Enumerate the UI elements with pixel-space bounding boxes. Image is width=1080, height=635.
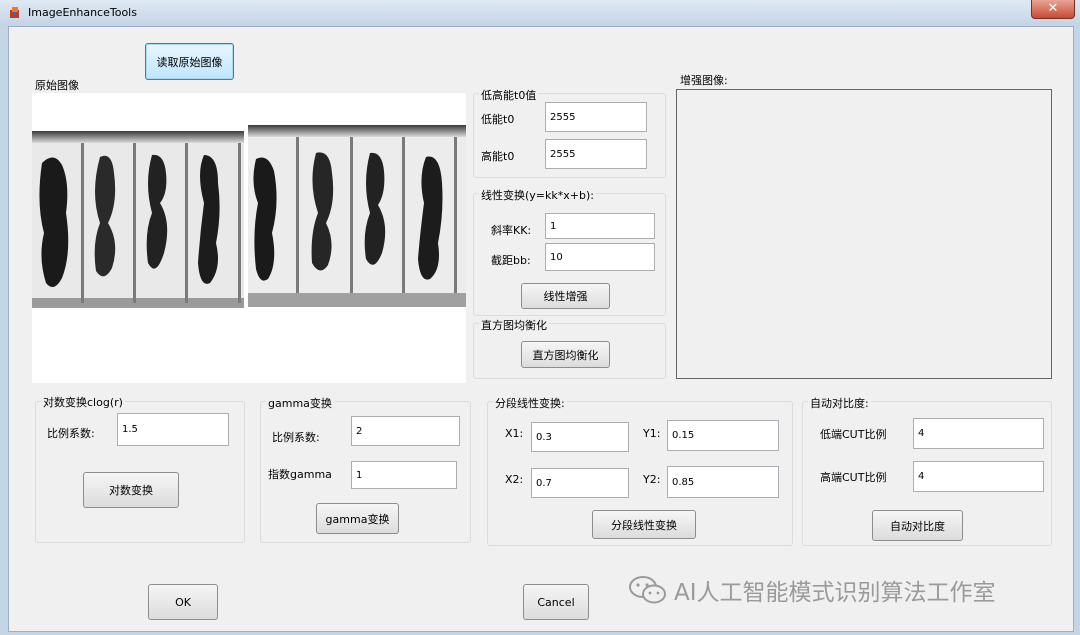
piecewise-transform-button[interactable]: 分段线性变换 xyxy=(592,510,696,539)
histogram-equalize-button[interactable]: 直方图均衡化 xyxy=(521,341,610,368)
slope-label: 斜率KK: xyxy=(491,224,532,237)
app-window: ImageEnhanceTools ✕ 读取原始图像 原始图像 低高能t0值 低… xyxy=(0,0,1080,635)
intercept-input[interactable] xyxy=(545,243,655,271)
gamma-transform-button[interactable]: gamma变换 xyxy=(316,503,399,534)
low-t0-input[interactable] xyxy=(545,102,647,132)
original-image-label: 原始图像 xyxy=(35,79,79,92)
gamma-exponent-label: 指数gamma xyxy=(268,468,332,481)
enhanced-image-box xyxy=(676,89,1052,379)
wechat-icon xyxy=(629,576,666,604)
y1-label: Y1: xyxy=(643,427,661,440)
x2-label: X2: xyxy=(505,473,524,486)
y2-input[interactable] xyxy=(667,466,779,498)
ok-button[interactable]: OK xyxy=(148,584,218,620)
low-cut-label: 低端CUT比例 xyxy=(820,428,887,441)
log-group-title: 对数变换clog(r) xyxy=(41,394,125,410)
log-ratio-label: 比例系数: xyxy=(47,427,95,440)
log-transform-button[interactable]: 对数变换 xyxy=(83,472,179,508)
gamma-exponent-input[interactable] xyxy=(351,461,457,489)
contrast-group-title: 自动对比度: xyxy=(808,395,871,411)
enhanced-image-label: 增强图像: xyxy=(680,74,728,87)
slope-input[interactable] xyxy=(545,213,655,239)
y2-label: Y2: xyxy=(643,473,661,486)
log-ratio-input[interactable] xyxy=(117,413,229,446)
x2-input[interactable] xyxy=(531,468,629,498)
original-image xyxy=(32,93,466,383)
window-title: ImageEnhanceTools xyxy=(28,6,137,19)
gamma-group-title: gamma变换 xyxy=(266,395,334,411)
xray-image xyxy=(32,93,466,383)
gamma-ratio-input[interactable] xyxy=(351,416,460,446)
client-area: 读取原始图像 原始图像 低高能t0值 低能t0 2555 高能t0 2555 线… xyxy=(8,26,1074,632)
watermark: AI人工智能模式识别算法工作室 xyxy=(628,573,996,607)
linear-enhance-button[interactable]: 线性增强 xyxy=(521,283,610,309)
app-icon xyxy=(10,7,19,18)
y1-input[interactable] xyxy=(667,420,779,451)
close-button[interactable]: ✕ xyxy=(1031,0,1075,19)
high-t0-input[interactable] xyxy=(545,139,647,169)
title-bar: ImageEnhanceTools ✕ xyxy=(0,0,1080,26)
close-icon: ✕ xyxy=(1047,1,1059,16)
cancel-button[interactable]: Cancel xyxy=(523,584,589,620)
high-cut-label: 高端CUT比例 xyxy=(820,471,887,484)
high-t0-label: 高能t0 xyxy=(481,150,515,163)
piecewise-group-title: 分段线性变换: xyxy=(493,395,567,411)
x1-input[interactable] xyxy=(531,422,629,452)
linear-group-title: 线性变换(y=kk*x+b): xyxy=(479,187,596,203)
hist-group-title: 直方图均衡化 xyxy=(479,317,549,333)
intercept-label: 截距bb: xyxy=(491,254,531,267)
gamma-ratio-label: 比例系数: xyxy=(272,431,320,444)
low-t0-label: 低能t0 xyxy=(481,113,515,126)
t0-group-title: 低高能t0值 xyxy=(479,87,539,103)
watermark-text: AI人工智能模式识别算法工作室 xyxy=(674,580,996,606)
x1-label: X1: xyxy=(505,427,524,440)
low-cut-input[interactable] xyxy=(913,418,1044,449)
auto-contrast-button[interactable]: 自动对比度 xyxy=(872,510,963,541)
read-original-image-button[interactable]: 读取原始图像 xyxy=(145,43,234,80)
high-cut-input[interactable] xyxy=(913,461,1044,492)
